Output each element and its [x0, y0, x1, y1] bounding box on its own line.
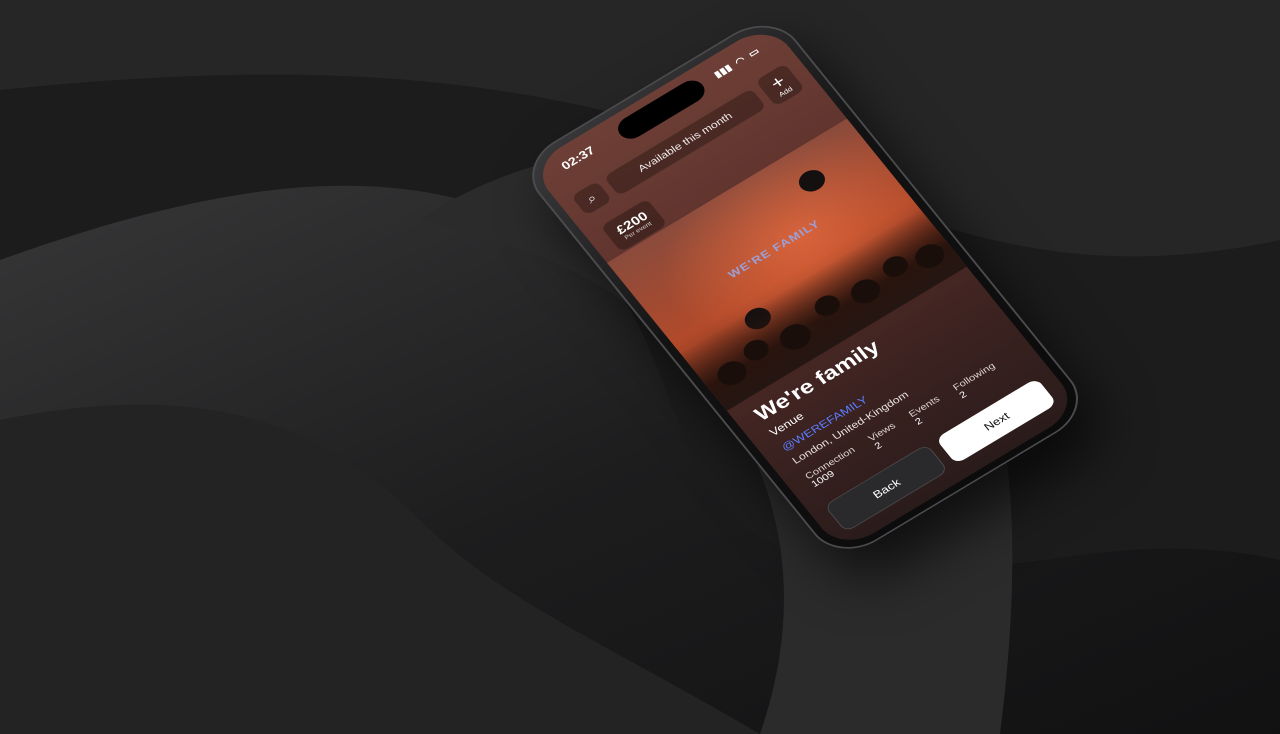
search-icon: ⌕	[583, 190, 600, 206]
search-button[interactable]: ⌕	[571, 180, 613, 216]
status-time: 02:37	[558, 143, 598, 173]
stat-views: Views 2	[866, 420, 898, 452]
stat-events: Events 2	[906, 394, 943, 428]
signal-icon: ▮▮▮	[712, 62, 734, 80]
add-button[interactable]: + Add	[755, 63, 806, 107]
decorative-dot	[794, 165, 830, 196]
wifi-icon: ◠	[732, 54, 748, 68]
battery-icon: ▭	[746, 46, 762, 60]
